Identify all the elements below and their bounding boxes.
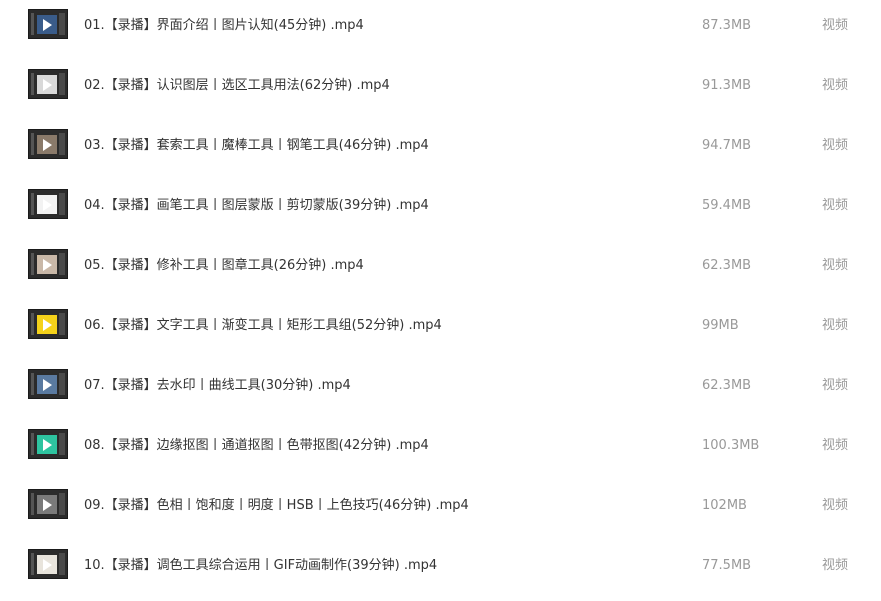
- file-row[interactable]: 08.【录播】边缘抠图丨通道抠图丨色带抠图(42分钟) .mp4 100.3MB 视…: [0, 421, 881, 481]
- video-thumbnail[interactable]: [28, 489, 68, 519]
- file-size: 94.7MB: [702, 138, 752, 153]
- file-name[interactable]: 03.【录播】套索工具丨魔棒工具丨钢笔工具(46分钟) .mp4: [84, 137, 429, 155]
- file-name[interactable]: 06.【录播】文字工具丨渐变工具丨矩形工具组(52分钟) .mp4: [84, 317, 442, 335]
- file-row[interactable]: 07.【录播】去水印丨曲线工具(30分钟) .mp4 62.3MB 视频: [0, 361, 881, 421]
- video-thumbnail[interactable]: [28, 429, 68, 459]
- file-size: 102MB: [702, 498, 747, 513]
- file-name[interactable]: 09.【录播】色相丨饱和度丨明度丨HSB丨上色技巧(46分钟) .mp4: [84, 497, 469, 515]
- video-thumbnail[interactable]: [28, 69, 68, 99]
- play-icon: [43, 139, 52, 151]
- video-thumbnail[interactable]: [28, 309, 68, 339]
- file-type: 视频: [822, 198, 849, 213]
- file-row[interactable]: 03.【录播】套索工具丨魔棒工具丨钢笔工具(46分钟) .mp4 94.7MB 视频: [0, 121, 881, 181]
- file-row[interactable]: 10.【录播】调色工具综合运用丨GIF动画制作(39分钟) .mp4 77.5MB…: [0, 541, 881, 601]
- play-icon: [43, 379, 52, 391]
- file-name[interactable]: 02.【录播】认识图层丨选区工具用法(62分钟) .mp4: [84, 77, 390, 95]
- play-icon: [43, 259, 52, 271]
- play-icon: [43, 199, 52, 211]
- file-name[interactable]: 04.【录播】画笔工具丨图层蒙版丨剪切蒙版(39分钟) .mp4: [84, 197, 429, 215]
- play-icon: [43, 319, 52, 331]
- file-name[interactable]: 10.【录播】调色工具综合运用丨GIF动画制作(39分钟) .mp4: [84, 557, 437, 575]
- file-size: 87.3MB: [702, 18, 752, 33]
- file-size: 100.3MB: [702, 438, 760, 453]
- file-name[interactable]: 07.【录播】去水印丨曲线工具(30分钟) .mp4: [84, 377, 351, 395]
- file-row[interactable]: 06.【录播】文字工具丨渐变工具丨矩形工具组(52分钟) .mp4 99MB 视频: [0, 301, 881, 361]
- file-row[interactable]: 02.【录播】认识图层丨选区工具用法(62分钟) .mp4 91.3MB 视频: [0, 61, 881, 121]
- video-thumbnail[interactable]: [28, 9, 68, 39]
- play-icon: [43, 79, 52, 91]
- file-type: 视频: [822, 558, 849, 573]
- file-size: 62.3MB: [702, 258, 752, 273]
- file-size: 59.4MB: [702, 198, 752, 213]
- file-type: 视频: [822, 78, 849, 93]
- video-thumbnail[interactable]: [28, 369, 68, 399]
- file-row[interactable]: 01.【录播】界面介绍丨图片认知(45分钟) .mp4 87.3MB 视频: [0, 1, 881, 61]
- file-type: 视频: [822, 498, 849, 513]
- file-size: 77.5MB: [702, 558, 752, 573]
- file-name[interactable]: 05.【录播】修补工具丨图章工具(26分钟) .mp4: [84, 257, 364, 275]
- file-type: 视频: [822, 438, 849, 453]
- file-type: 视频: [822, 138, 849, 153]
- file-row[interactable]: 04.【录播】画笔工具丨图层蒙版丨剪切蒙版(39分钟) .mp4 59.4MB 视频: [0, 181, 881, 241]
- video-thumbnail[interactable]: [28, 189, 68, 219]
- video-thumbnail[interactable]: [28, 129, 68, 159]
- play-icon: [43, 439, 52, 451]
- video-thumbnail[interactable]: [28, 549, 68, 579]
- file-name[interactable]: 01.【录播】界面介绍丨图片认知(45分钟) .mp4: [84, 17, 364, 35]
- file-row[interactable]: 09.【录播】色相丨饱和度丨明度丨HSB丨上色技巧(46分钟) .mp4 102M…: [0, 481, 881, 541]
- play-icon: [43, 559, 52, 571]
- file-size: 99MB: [702, 318, 739, 333]
- file-size: 91.3MB: [702, 78, 752, 93]
- video-thumbnail[interactable]: [28, 249, 68, 279]
- file-size: 62.3MB: [702, 378, 752, 393]
- play-icon: [43, 499, 52, 511]
- file-name[interactable]: 08.【录播】边缘抠图丨通道抠图丨色带抠图(42分钟) .mp4: [84, 437, 429, 455]
- play-icon: [43, 19, 52, 31]
- file-type: 视频: [822, 378, 849, 393]
- file-type: 视频: [822, 318, 849, 333]
- file-list: 01.【录播】界面介绍丨图片认知(45分钟) .mp4 87.3MB 视频 02.【录…: [0, 0, 881, 597]
- file-type: 视频: [822, 18, 849, 33]
- file-row[interactable]: 05.【录播】修补工具丨图章工具(26分钟) .mp4 62.3MB 视频: [0, 241, 881, 301]
- file-type: 视频: [822, 258, 849, 273]
